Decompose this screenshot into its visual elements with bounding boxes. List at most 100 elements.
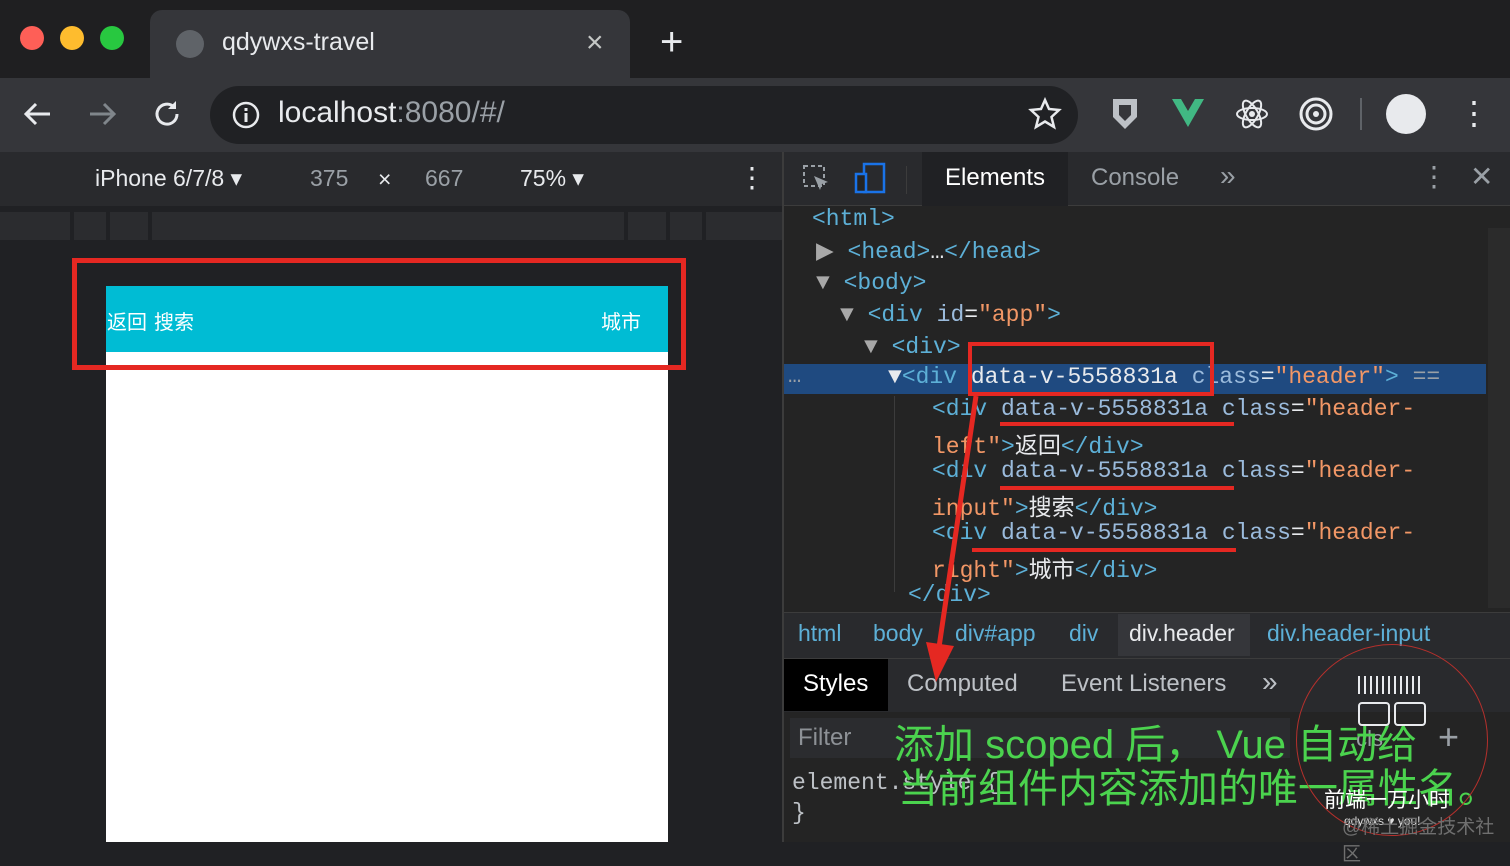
- tab-close-icon[interactable]: ×: [586, 26, 604, 60]
- device-toggle-icon[interactable]: [854, 162, 888, 194]
- dom-head[interactable]: ▶ <head>…</head>: [816, 238, 1041, 265]
- watermark-barcode-icon: [1358, 676, 1424, 694]
- dom-header-input[interactable]: <div data-v-5558831a class="header-: [932, 458, 1415, 484]
- device-width-input[interactable]: 375: [310, 165, 348, 192]
- collapse-triangle-icon[interactable]: ▼: [840, 302, 854, 328]
- annotation-arrow-icon: [926, 395, 979, 682]
- watermark-robot-icon: [1394, 702, 1426, 726]
- back-icon[interactable]: [22, 98, 54, 130]
- dom-header-right[interactable]: <div data-v-5558831a class="header-: [932, 520, 1415, 546]
- media-query-segment[interactable]: [74, 212, 106, 240]
- head-open: <head>: [847, 239, 931, 265]
- scoped-attr: data-v-5558831a: [1001, 458, 1209, 484]
- div-close: </div>: [1074, 496, 1158, 522]
- dom-html[interactable]: <html>: [812, 206, 895, 232]
- tab-console[interactable]: Console: [1091, 164, 1179, 192]
- collapse-triangle-icon[interactable]: ▼: [816, 270, 830, 296]
- breadcrumb-html[interactable]: html: [798, 620, 841, 647]
- maximize-window-button[interactable]: [100, 26, 124, 50]
- dom-div-app[interactable]: ▼ <div id="app">: [840, 302, 1061, 328]
- new-tab-button[interactable]: +: [660, 20, 683, 64]
- url-text: localhost:8080/#/: [278, 96, 505, 130]
- react-devtools-icon[interactable]: [1234, 96, 1270, 132]
- body-open: <body>: [843, 270, 927, 296]
- device-menu-icon[interactable]: ⋮: [738, 161, 766, 194]
- dom-scrollbar[interactable]: [1488, 228, 1510, 608]
- attr-value: "header-: [1304, 458, 1416, 484]
- attr-name: id: [936, 302, 965, 328]
- underline-highlight: [1000, 486, 1234, 490]
- devtools-menu-icon[interactable]: ⋮: [1420, 160, 1448, 193]
- div-close: </div>: [1074, 558, 1158, 584]
- close-window-button[interactable]: [20, 26, 44, 50]
- div-open: <div>: [891, 334, 961, 360]
- node-text: 城市: [1028, 558, 1075, 584]
- attr-value: "app": [978, 302, 1048, 328]
- zoom-select[interactable]: 75% ▾: [520, 165, 584, 192]
- info-icon[interactable]: [232, 101, 260, 129]
- scoped-attr: data-v-5558831a: [1001, 396, 1209, 422]
- filter-placeholder: Filter: [798, 724, 852, 751]
- tab-event-listeners[interactable]: Event Listeners: [1061, 670, 1226, 698]
- more-subtabs-icon[interactable]: »: [1262, 666, 1278, 698]
- vue-devtools-icon[interactable]: [1170, 96, 1206, 130]
- breadcrumb-div[interactable]: div: [1069, 620, 1098, 647]
- forward-icon[interactable]: [86, 98, 118, 130]
- collapse-triangle-icon[interactable]: ▼: [888, 364, 902, 390]
- shield-extension-icon[interactable]: [1110, 96, 1140, 132]
- header-highlight-box: [72, 258, 686, 370]
- globe-icon: [176, 30, 204, 58]
- div-gt: >: [1001, 434, 1015, 460]
- media-query-segment[interactable]: [670, 212, 702, 240]
- div-gt: >: [1047, 302, 1061, 328]
- dom-header-left[interactable]: <div data-v-5558831a class="header-: [932, 396, 1415, 422]
- attr-value: "header": [1274, 364, 1385, 390]
- node-text: 搜索: [1028, 496, 1075, 522]
- inspect-element-icon[interactable]: [802, 164, 832, 194]
- breadcrumb-body[interactable]: body: [873, 620, 923, 647]
- reload-icon[interactable]: [150, 97, 184, 131]
- star-icon[interactable]: [1028, 97, 1062, 131]
- expand-triangle-icon[interactable]: ▶: [816, 239, 834, 265]
- url-path: :8080/#/: [396, 96, 505, 129]
- device-height-input[interactable]: 667: [425, 165, 463, 192]
- attr-value: "header-: [1304, 520, 1416, 546]
- node-ellipsis-icon[interactable]: …: [788, 364, 801, 389]
- breadcrumb-div-header[interactable]: div.header: [1129, 620, 1235, 647]
- div-open: <div: [901, 364, 971, 390]
- div-gt: >: [1014, 496, 1029, 522]
- dom-body[interactable]: ▼ <body>: [816, 270, 926, 296]
- media-query-segment[interactable]: [0, 212, 70, 240]
- watermark-name: 前端一万小时: [1324, 789, 1450, 812]
- attr-name: class: [1221, 396, 1291, 422]
- div-open: <div: [867, 302, 937, 328]
- minimize-window-button[interactable]: [60, 26, 84, 50]
- head-close: </head>: [944, 239, 1041, 265]
- breadcrumb-div-header-input[interactable]: div.header-input: [1267, 620, 1430, 647]
- target-extension-icon[interactable]: [1298, 96, 1334, 132]
- eq-marker: ==: [1412, 364, 1441, 390]
- more-tabs-icon[interactable]: »: [1220, 160, 1236, 192]
- tab-elements[interactable]: Elements: [945, 164, 1045, 192]
- device-select[interactable]: iPhone 6/7/8 ▾: [95, 165, 242, 192]
- media-query-segment[interactable]: [628, 212, 666, 240]
- attr-value: "header-: [1304, 396, 1416, 422]
- profile-avatar[interactable]: [1386, 94, 1426, 134]
- dom-div[interactable]: ▼ <div>: [864, 334, 961, 360]
- tree-guide: [894, 396, 895, 592]
- tab-styles[interactable]: Styles: [803, 670, 868, 698]
- media-query-segment[interactable]: [110, 212, 148, 240]
- devtools-close-icon[interactable]: ✕: [1470, 160, 1493, 193]
- tab-divider: [906, 166, 907, 194]
- div-gt: >: [1014, 558, 1029, 584]
- attr-name: class: [1221, 520, 1291, 546]
- attr-name: class: [1221, 458, 1291, 484]
- media-query-segment[interactable]: [706, 212, 782, 240]
- collapse-triangle-icon[interactable]: ▼: [864, 334, 878, 360]
- browser-menu-icon[interactable]: ⋮: [1458, 94, 1490, 132]
- tab-title: qdywxs-travel: [222, 28, 375, 56]
- head-ellipsis: …: [930, 239, 945, 265]
- media-query-segment[interactable]: [152, 212, 624, 240]
- scoped-attr-highlight-box: [968, 342, 1214, 396]
- div-gt: >: [1384, 364, 1399, 390]
